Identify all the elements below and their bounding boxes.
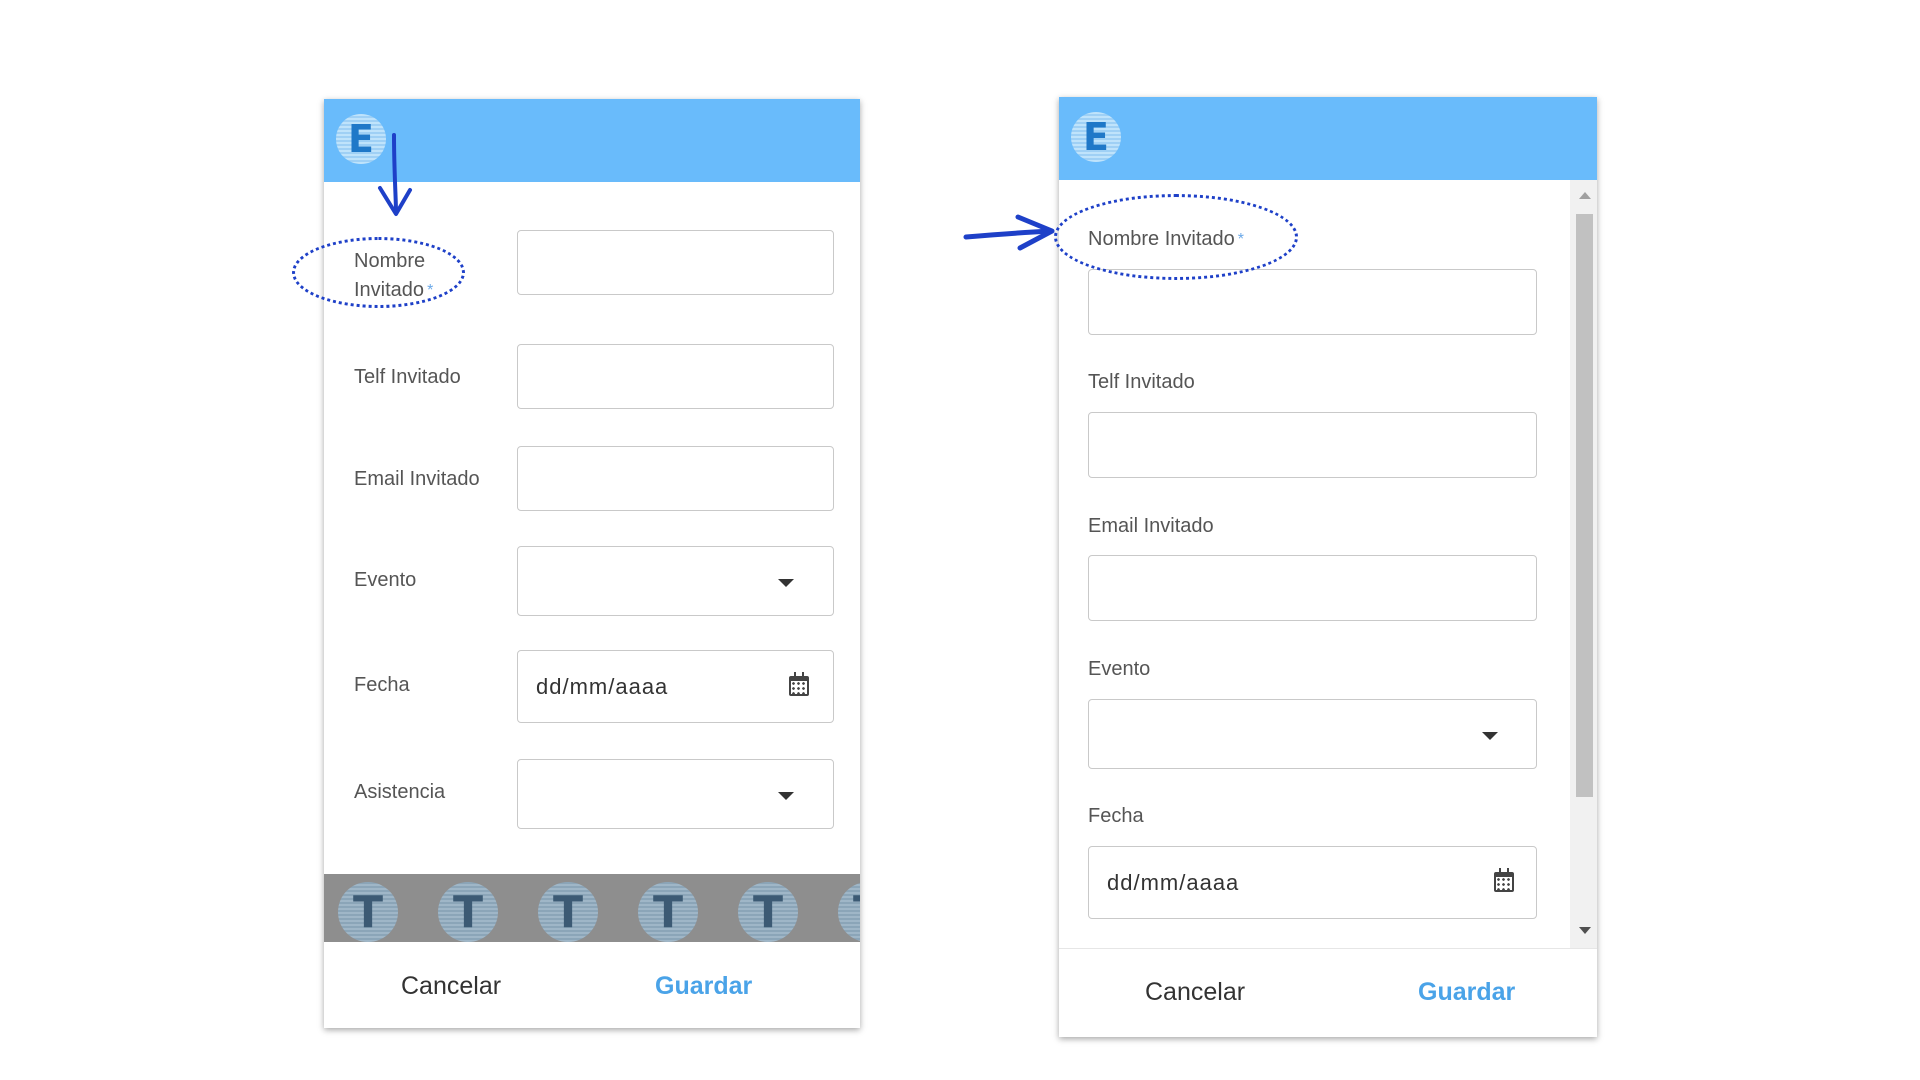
caret-down-icon xyxy=(778,792,794,800)
telf-invitado-label: Telf Invitado xyxy=(354,366,461,388)
evento-select[interactable] xyxy=(517,546,834,616)
evento-label: Evento xyxy=(354,569,417,591)
watermark-t-icon: T xyxy=(538,882,598,942)
cancel-button[interactable]: Cancelar xyxy=(401,970,501,1002)
caret-down-icon xyxy=(1482,732,1498,740)
evento-label: Evento xyxy=(1088,658,1151,680)
footer-divider xyxy=(1059,948,1597,949)
fecha-label: Fecha xyxy=(354,674,410,696)
highlight-ellipse-annotation xyxy=(1054,194,1298,280)
telf-invitado-label: Telf Invitado xyxy=(1088,371,1195,393)
fecha-label: Fecha xyxy=(1088,805,1144,827)
watermark-t-icon: T xyxy=(338,882,398,942)
save-button[interactable]: Guardar xyxy=(655,970,752,1002)
scroll-down-arrow-icon[interactable] xyxy=(1579,927,1591,934)
calendar-icon[interactable] xyxy=(1494,868,1514,892)
logo-e-icon: E xyxy=(1071,112,1121,162)
watermark-t-icon: T xyxy=(838,882,860,942)
email-invitado-input[interactable] xyxy=(517,446,834,511)
background-thumbnail-strip: T T T T T T xyxy=(324,874,860,942)
scrollbar-thumb[interactable] xyxy=(1576,214,1593,797)
asistencia-select[interactable] xyxy=(517,759,834,829)
watermark-t-icon: T xyxy=(738,882,798,942)
asistencia-label: Asistencia xyxy=(354,781,446,803)
dialog-header: E xyxy=(1059,97,1597,180)
email-invitado-label: Email Invitado xyxy=(354,468,480,490)
arrow-right-annotation xyxy=(963,214,1055,251)
caret-down-icon xyxy=(778,579,794,587)
nombre-invitado-input[interactable] xyxy=(517,230,834,295)
fecha-date-input[interactable] xyxy=(1088,846,1537,919)
watermark-t-icon: T xyxy=(638,882,698,942)
evento-select[interactable] xyxy=(1088,699,1537,769)
cancel-button[interactable]: Cancelar xyxy=(1145,976,1245,1008)
save-button[interactable]: Guardar xyxy=(1418,976,1515,1008)
telf-invitado-input[interactable] xyxy=(517,344,834,409)
watermark-t-icon: T xyxy=(438,882,498,942)
highlight-ellipse-annotation xyxy=(292,237,465,308)
email-invitado-label: Email Invitado xyxy=(1088,515,1214,537)
arrow-down-annotation xyxy=(378,133,412,216)
scroll-up-arrow-icon[interactable] xyxy=(1579,192,1591,199)
telf-invitado-input[interactable] xyxy=(1088,412,1537,478)
email-invitado-input[interactable] xyxy=(1088,555,1537,621)
calendar-icon[interactable] xyxy=(789,672,809,696)
fecha-date-input[interactable] xyxy=(517,650,834,723)
